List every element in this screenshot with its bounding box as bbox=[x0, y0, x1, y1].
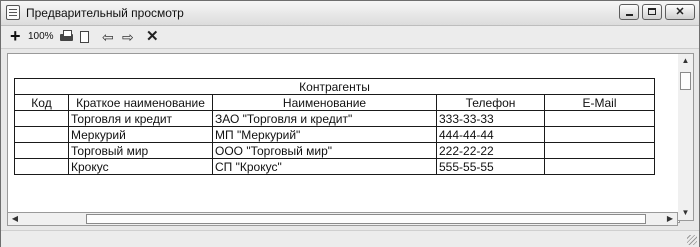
preview-area[interactable]: Контрагенты Код Краткое наименование Наи… bbox=[7, 53, 680, 223]
maximize-button[interactable] bbox=[642, 4, 662, 20]
horizontal-scrollbar[interactable]: ◀ ▶ bbox=[7, 212, 678, 226]
printer-icon[interactable] bbox=[59, 28, 73, 46]
cell-name: МП "Меркурий" bbox=[212, 126, 437, 143]
cell-email bbox=[544, 142, 655, 159]
cell-short-name: Торговый мир bbox=[68, 142, 213, 159]
cell-name: СП "Крокус" bbox=[212, 158, 437, 175]
title-bar[interactable]: Предварительный просмотр bbox=[1, 1, 699, 26]
table-row: Меркурий МП "Меркурий" 444-44-44 bbox=[14, 126, 655, 143]
table-row: Торговый мир ООО "Торговый мир" 222-22-2… bbox=[14, 142, 655, 159]
scroll-down-icon[interactable]: ▼ bbox=[678, 206, 693, 220]
cell-name: ООО "Торговый мир" bbox=[212, 142, 437, 159]
horizontal-scroll-thumb[interactable] bbox=[86, 214, 646, 224]
arrow-right-icon[interactable]: ⇨ bbox=[122, 28, 134, 46]
vertical-scroll-thumb[interactable] bbox=[680, 72, 691, 90]
header-row: Код Краткое наименование Наименование Те… bbox=[14, 94, 655, 111]
preview-window: Предварительный просмотр + 100% ⇦ ⇨ ✕ Ко… bbox=[0, 0, 700, 247]
column-header-short-name: Краткое наименование bbox=[68, 94, 213, 111]
cell-code bbox=[14, 126, 69, 143]
zoom-level[interactable]: 100% bbox=[28, 28, 54, 46]
resize-grip-icon[interactable] bbox=[687, 235, 697, 245]
cell-short-name: Меркурий bbox=[68, 126, 213, 143]
scroll-right-icon[interactable]: ▶ bbox=[663, 213, 677, 225]
report-table: Контрагенты Код Краткое наименование Наи… bbox=[14, 78, 655, 175]
report-caption: Контрагенты bbox=[14, 78, 655, 95]
vertical-scrollbar[interactable]: ▲ ▼ bbox=[678, 53, 694, 221]
cell-code bbox=[14, 158, 69, 175]
cell-email bbox=[544, 110, 655, 127]
scroll-up-icon[interactable]: ▲ bbox=[678, 54, 693, 68]
cell-email bbox=[544, 158, 655, 175]
window-title: Предварительный просмотр bbox=[26, 6, 184, 20]
close-icon[interactable]: ✕ bbox=[146, 28, 159, 46]
cell-phone: 444-44-44 bbox=[436, 126, 545, 143]
document-icon bbox=[6, 5, 20, 20]
close-window-button[interactable] bbox=[665, 4, 695, 20]
table-row: Крокус СП "Крокус" 555-55-55 bbox=[14, 158, 655, 175]
column-header-email: E-Mail bbox=[544, 94, 655, 111]
scroll-left-icon[interactable]: ◀ bbox=[8, 213, 22, 225]
minimize-button[interactable] bbox=[619, 4, 639, 20]
toolbar: + 100% ⇦ ⇨ ✕ bbox=[1, 26, 699, 49]
column-header-phone: Телефон bbox=[436, 94, 545, 111]
table-row: Торговля и кредит ЗАО "Торговля и кредит… bbox=[14, 110, 655, 127]
cell-phone: 333-33-33 bbox=[436, 110, 545, 127]
column-header-name: Наименование bbox=[212, 94, 437, 111]
status-bar bbox=[1, 230, 699, 247]
cell-email bbox=[544, 126, 655, 143]
arrow-left-icon[interactable]: ⇦ bbox=[102, 28, 114, 46]
cell-code bbox=[14, 110, 69, 127]
zoom-plus-icon[interactable]: + bbox=[10, 27, 22, 46]
cell-short-name: Крокус bbox=[68, 158, 213, 175]
page-icon[interactable] bbox=[79, 28, 90, 46]
cell-name: ЗАО "Торговля и кредит" bbox=[212, 110, 437, 127]
cell-phone: 222-22-22 bbox=[436, 142, 545, 159]
cell-code bbox=[14, 142, 69, 159]
column-header-code: Код bbox=[14, 94, 69, 111]
cell-short-name: Торговля и кредит bbox=[68, 110, 213, 127]
cell-phone: 555-55-55 bbox=[436, 158, 545, 175]
